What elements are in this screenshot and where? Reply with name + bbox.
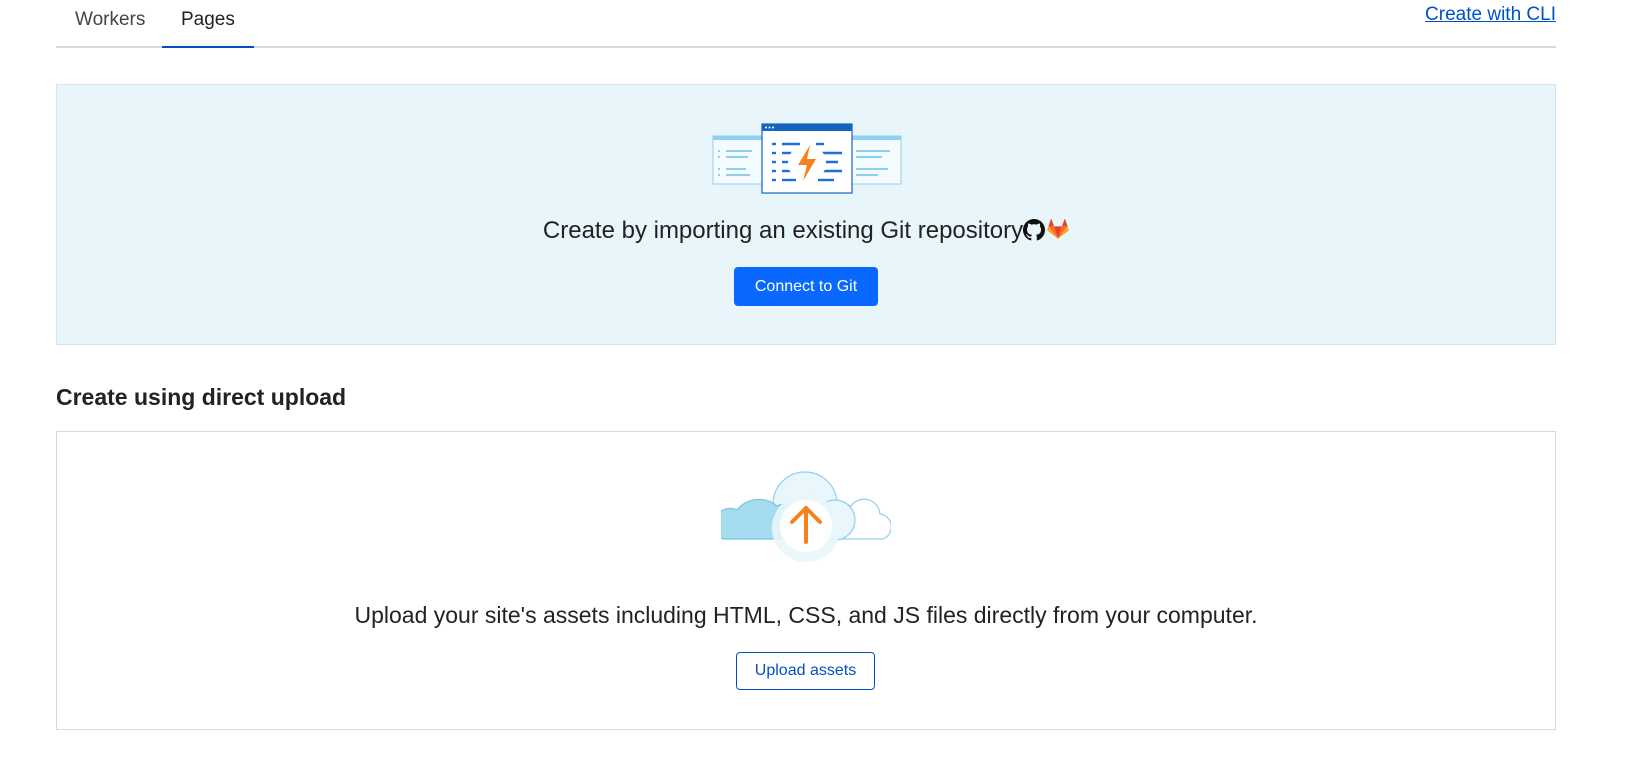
git-pages-illustration-icon <box>712 123 902 194</box>
upload-assets-button[interactable]: Upload assets <box>736 652 875 690</box>
tab-bar: Workers Pages <box>56 0 1556 48</box>
connect-to-git-button[interactable]: Connect to Git <box>734 267 878 306</box>
gitlab-icon <box>1047 219 1069 239</box>
git-import-heading: Create by importing an existing Git repo… <box>57 217 1555 245</box>
create-with-cli-link[interactable]: Create with CLI <box>1425 4 1556 26</box>
direct-upload-panel: Upload your site's assets including HTML… <box>56 431 1556 730</box>
direct-upload-heading: Create using direct upload <box>56 384 347 410</box>
tab-pages[interactable]: Pages <box>162 0 254 48</box>
direct-upload-description: Upload your site's assets including HTML… <box>354 602 1258 628</box>
git-import-text: Create by importing an existing Git repo… <box>542 217 1024 244</box>
tab-workers[interactable]: Workers <box>56 0 164 46</box>
git-import-panel: Create by importing an existing Git repo… <box>56 84 1556 345</box>
github-icon <box>1023 219 1046 241</box>
cloud-upload-icon <box>721 471 891 562</box>
